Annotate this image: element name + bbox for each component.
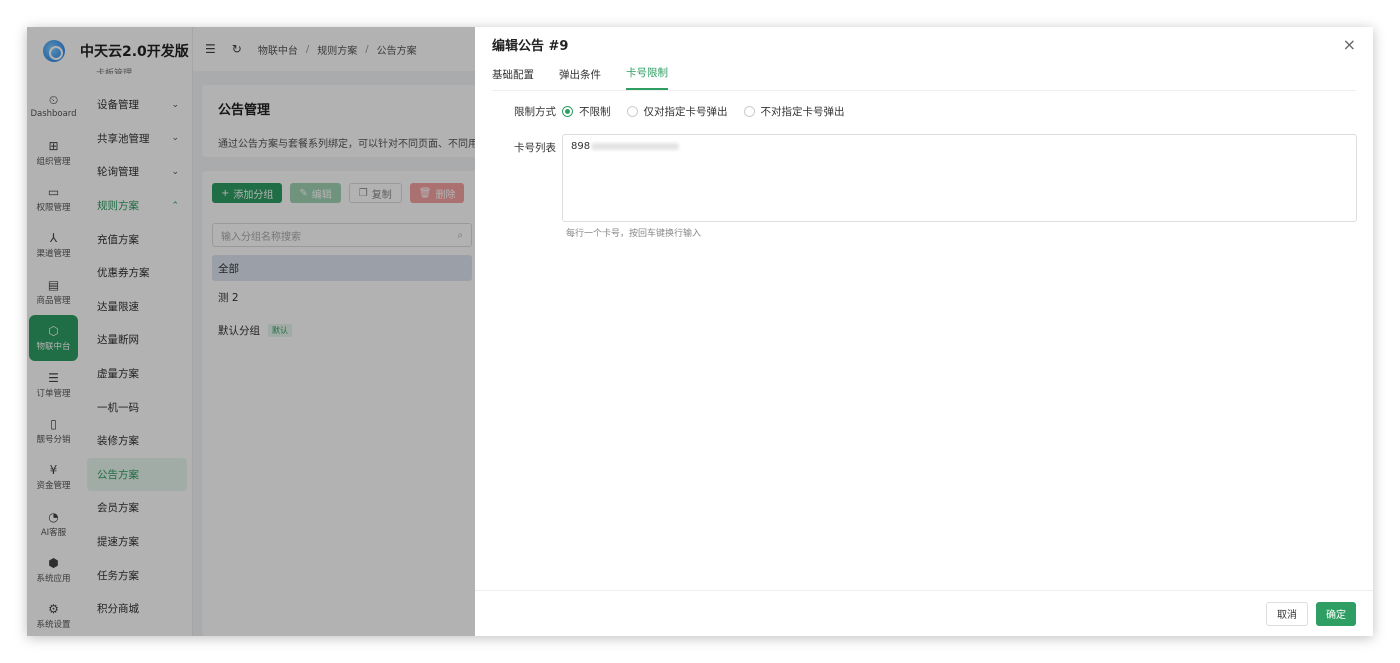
radio-exclude-listed[interactable]: 不对指定卡号弹出 — [743, 104, 845, 119]
drawer-header: 编辑公告 #9 × — [475, 27, 1373, 61]
edit-drawer: 编辑公告 #9 × 基础配置 弹出条件 卡号限制 限制方式 不限制 仅对指定卡号… — [475, 27, 1373, 636]
radio-checked-icon — [562, 106, 573, 117]
card-list-label: 卡号列表 — [514, 142, 556, 154]
close-icon[interactable]: × — [1343, 35, 1356, 54]
card-list-value: 898 — [571, 141, 591, 152]
confirm-button[interactable]: 确定 — [1316, 601, 1356, 626]
radio-unchecked-icon — [743, 106, 755, 117]
radio-only-listed[interactable]: 仅对指定卡号弹出 — [626, 104, 728, 119]
cancel-button[interactable]: 取消 — [1266, 601, 1308, 626]
tab-popup-conditions[interactable]: 弹出条件 — [559, 67, 601, 90]
tab-basic-config[interactable]: 基础配置 — [492, 67, 534, 90]
radio-no-limit[interactable]: 不限制 — [562, 104, 611, 119]
drawer-title: 编辑公告 #9 — [492, 38, 569, 54]
radio-label: 仅对指定卡号弹出 — [643, 106, 728, 118]
radio-label: 不对指定卡号弹出 — [760, 106, 845, 118]
drawer-tabs: 基础配置 弹出条件 卡号限制 — [492, 61, 1356, 91]
card-list-row: 卡号列表 898 — [475, 134, 1373, 222]
redacted-text — [591, 142, 680, 150]
card-list-hint: 每行一个卡号，按回车键换行输入 — [566, 229, 702, 239]
radio-label: 不限制 — [579, 106, 611, 118]
limit-mode-label: 限制方式 — [514, 106, 556, 118]
radio-unchecked-icon — [626, 106, 638, 117]
tab-card-limit[interactable]: 卡号限制 — [626, 65, 668, 90]
limit-mode-row: 限制方式 不限制 仅对指定卡号弹出 不对指定卡号弹出 — [475, 104, 1373, 119]
drawer-footer: 取消 确定 — [475, 590, 1373, 636]
app-window: ⏲ Dashboard ⊞ 组织管理 ▭ 权限管理 ⅄ 渠道管理 ▤ 商品管理 ⬡ 物联中台 ☰ 订单管理… — [27, 27, 1373, 636]
card-list-textarea[interactable]: 898 — [562, 134, 1357, 222]
